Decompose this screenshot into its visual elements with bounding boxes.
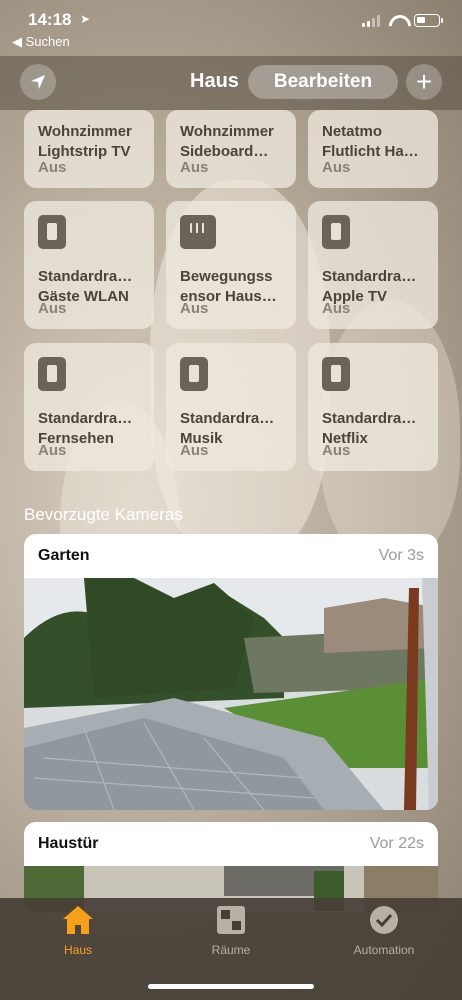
accessory-tile[interactable]: Standardra… Musik Aus [166, 343, 296, 471]
accessory-tile[interactable]: Standardra… Gäste WLAN Aus [24, 201, 154, 329]
location-arrow-icon [31, 75, 45, 89]
tile-state: Aus [180, 159, 209, 176]
edit-button[interactable]: Bearbeiten [248, 65, 398, 99]
tile-name-line2: Flutlicht Ha… [322, 143, 419, 160]
tile-name-line1: Standardra… [322, 268, 417, 285]
accessory-tile[interactable]: Wohnzimmer Lightstrip TV Aus [24, 110, 154, 188]
tile-state: Aus [38, 442, 67, 459]
motion-sensor-icon [180, 215, 216, 249]
switch-icon [322, 215, 350, 249]
tile-state: Aus [38, 300, 67, 317]
tile-state: Aus [322, 300, 351, 317]
accessory-tile[interactable]: Wohnzimmer Sideboard… Aus [166, 110, 296, 188]
status-bar: 14:18 ➤ ◀ Suchen [0, 0, 462, 56]
location-services-icon: ➤ [80, 12, 91, 26]
page-title: Haus [190, 70, 239, 92]
accessory-tile[interactable]: Netatmo Flutlicht Ha… Aus [308, 110, 438, 188]
switch-icon [38, 215, 66, 249]
navigation-bar: Haus Bearbeiten + [0, 56, 462, 110]
tile-name-line1: Standardra… [180, 410, 275, 427]
wifi-icon [388, 15, 406, 27]
tab-haus[interactable]: Haus [18, 904, 138, 957]
switch-icon [322, 357, 350, 391]
camera-timestamp: Vor 3s [378, 547, 424, 564]
tile-name-line1: Standardra… [322, 410, 417, 427]
camera-name: Haustür [38, 835, 99, 852]
tab-label: Räume [211, 943, 251, 957]
section-title-cameras: Bevorzugte Kameras [24, 505, 183, 524]
accessory-tile[interactable]: Standardra… Fernsehen Aus [24, 343, 154, 471]
home-indicator [148, 984, 314, 989]
tab-label: Haus [63, 943, 92, 957]
tile-name-line1: Wohnzimmer [180, 123, 274, 140]
back-to-search-link[interactable]: ◀ Suchen [12, 34, 70, 50]
rooms-icon [217, 906, 245, 934]
tab-label: Automation [353, 943, 415, 957]
tile-name-line1: Netatmo [322, 123, 383, 140]
cellular-signal-icon [362, 14, 380, 27]
camera-timestamp: Vor 22s [369, 835, 424, 852]
switch-icon [180, 357, 208, 391]
tile-name-line1: Bewegungss [180, 268, 273, 285]
accessory-tile[interactable]: Standardra… Apple TV Aus [308, 201, 438, 329]
tile-name-line1: Standardra… [38, 268, 133, 285]
tile-state: Aus [38, 159, 67, 176]
status-time: 14:18 [28, 10, 72, 29]
accessory-tile[interactable]: Standardra… Netflix Aus [308, 343, 438, 471]
location-button[interactable] [20, 64, 56, 100]
camera-card-garten[interactable]: Garten Vor 3s [24, 534, 438, 810]
battery-icon [414, 14, 443, 27]
automation-icon [370, 906, 398, 934]
tile-state: Aus [322, 159, 351, 176]
tab-raeume[interactable]: Räume [171, 904, 291, 957]
camera-feed-image [24, 578, 438, 810]
add-button[interactable]: + [406, 64, 442, 100]
tile-name-line1: Standardra… [38, 410, 133, 427]
tile-name-line2: Lightstrip TV [38, 143, 131, 160]
tile-state: Aus [322, 442, 351, 459]
camera-name: Garten [38, 547, 90, 564]
tile-state: Aus [180, 300, 209, 317]
tab-automation[interactable]: Automation [324, 904, 444, 957]
house-icon [63, 906, 93, 934]
tile-name-line1: Wohnzimmer [38, 123, 132, 140]
tile-name-line2: Sideboard… [180, 143, 269, 160]
tile-state: Aus [180, 442, 209, 459]
accessory-tile[interactable]: Bewegungss ensor Haus… Aus [166, 201, 296, 329]
switch-icon [38, 357, 66, 391]
